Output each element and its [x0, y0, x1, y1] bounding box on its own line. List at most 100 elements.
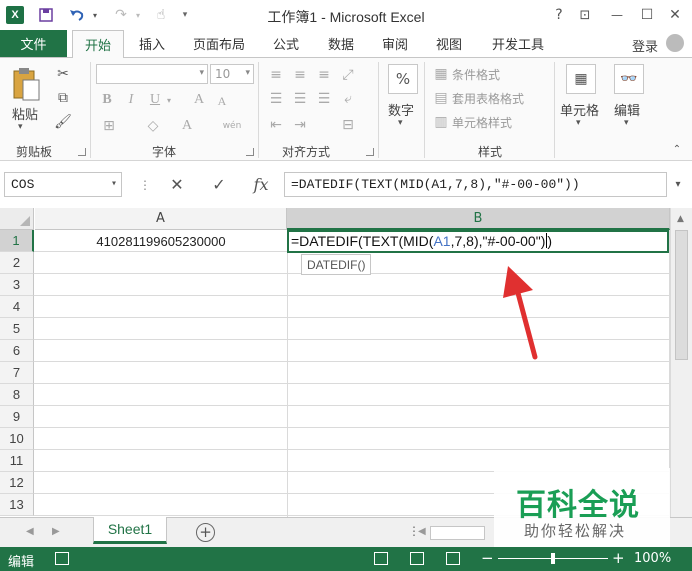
- italic-button[interactable]: I: [122, 90, 140, 110]
- row-header[interactable]: 11: [0, 450, 34, 472]
- row-header[interactable]: 10: [0, 428, 34, 450]
- row-header[interactable]: 13: [0, 494, 34, 516]
- scroll-thumb[interactable]: [675, 230, 688, 360]
- zoom-in-button[interactable]: +: [612, 549, 625, 567]
- align-right-icon[interactable]: ☰: [314, 90, 334, 108]
- row-header[interactable]: 2: [0, 252, 34, 274]
- tab-view[interactable]: 视图: [426, 30, 472, 57]
- format-as-table-icon[interactable]: ▤: [432, 90, 450, 106]
- expand-formula-bar-icon[interactable]: ▾: [669, 172, 687, 197]
- name-box[interactable]: COS ▾: [4, 172, 122, 197]
- new-sheet-button[interactable]: +: [196, 523, 215, 542]
- conditional-format-icon[interactable]: ▦: [432, 66, 450, 82]
- row-header[interactable]: 5: [0, 318, 34, 340]
- align-center-icon[interactable]: ☰: [290, 90, 310, 108]
- formula-input[interactable]: =DATEDIF(TEXT(MID(A1,7,8),"#-00-00")): [284, 172, 667, 197]
- cell-styles-button[interactable]: 单元格样式: [452, 114, 512, 131]
- percent-icon[interactable]: %: [388, 64, 418, 94]
- page-break-view-icon[interactable]: [446, 552, 460, 565]
- close-button[interactable]: ✕: [662, 4, 688, 26]
- number-dropdown-icon[interactable]: ▾: [398, 118, 403, 128]
- maximize-button[interactable]: ☐: [634, 4, 660, 26]
- align-bottom-icon[interactable]: ≡: [314, 66, 334, 84]
- collapse-ribbon-icon[interactable]: ⌃: [670, 142, 684, 156]
- align-top-icon[interactable]: ≡: [266, 66, 286, 84]
- tab-insert[interactable]: 插入: [130, 30, 174, 57]
- cell-a1[interactable]: 410281199605230000: [35, 231, 287, 252]
- zoom-slider-thumb[interactable]: [551, 553, 555, 564]
- font-color-button[interactable]: A: [178, 116, 196, 136]
- binoculars-icon[interactable]: 👓: [614, 64, 644, 94]
- paste-icon[interactable]: [8, 64, 44, 104]
- zoom-out-button[interactable]: −: [481, 549, 494, 567]
- hscroll-left-icon[interactable]: ◀: [418, 526, 426, 537]
- cut-icon[interactable]: ✂: [52, 64, 74, 84]
- font-launcher-icon[interactable]: [246, 148, 254, 156]
- paste-button[interactable]: 粘贴: [12, 104, 38, 123]
- format-as-table-button[interactable]: 套用表格格式: [452, 90, 524, 107]
- cancel-button[interactable]: ✕: [164, 173, 190, 196]
- tab-page-layout[interactable]: 页面布局: [184, 30, 254, 57]
- align-left-icon[interactable]: ☰: [266, 90, 286, 108]
- zoom-level[interactable]: 100%: [634, 551, 671, 566]
- font-name-combo[interactable]: ▾: [96, 64, 208, 84]
- horizontal-scrollbar[interactable]: [430, 526, 485, 540]
- conditional-formatting-button[interactable]: 条件格式: [452, 66, 500, 83]
- grow-font-button[interactable]: A: [190, 90, 208, 110]
- editing-button[interactable]: 编辑: [614, 100, 640, 119]
- copy-icon[interactable]: ⧉: [52, 88, 74, 108]
- minimize-button[interactable]: —: [604, 4, 630, 26]
- page-layout-view-icon[interactable]: [410, 552, 424, 565]
- tab-review[interactable]: 审阅: [372, 30, 418, 57]
- tab-data[interactable]: 数据: [318, 30, 364, 57]
- phonetic-guide-button[interactable]: wén: [218, 116, 246, 136]
- paste-dropdown-icon[interactable]: ▾: [18, 122, 23, 132]
- orientation-icon[interactable]: ⤢: [338, 66, 358, 84]
- next-sheet-icon[interactable]: ▶: [52, 526, 60, 537]
- column-header-a[interactable]: A: [35, 208, 287, 230]
- tab-file[interactable]: 文件: [0, 30, 67, 57]
- underline-button[interactable]: U: [146, 90, 164, 110]
- help-button[interactable]: ?: [546, 4, 572, 26]
- row-header[interactable]: 8: [0, 384, 34, 406]
- insert-function-button[interactable]: fx: [248, 173, 274, 196]
- clipboard-launcher-icon[interactable]: [78, 148, 86, 156]
- cell-styles-icon[interactable]: ▥: [432, 114, 450, 130]
- login-link[interactable]: 登录: [632, 36, 658, 55]
- macro-record-icon[interactable]: [55, 552, 69, 565]
- cells-button[interactable]: 单元格: [560, 100, 599, 119]
- format-painter-icon[interactable]: 🖌: [52, 112, 74, 132]
- tab-developer[interactable]: 开发工具: [482, 30, 554, 57]
- row-header[interactable]: 6: [0, 340, 34, 362]
- vertical-scrollbar[interactable]: ▲: [670, 208, 692, 517]
- fill-color-icon[interactable]: ◇: [142, 116, 164, 136]
- row-header[interactable]: 7: [0, 362, 34, 384]
- font-size-combo[interactable]: 10 ▾: [210, 64, 254, 84]
- row-header[interactable]: 9: [0, 406, 34, 428]
- scroll-up-icon[interactable]: ▲: [677, 214, 684, 224]
- sheet-tab-sheet1[interactable]: Sheet1: [93, 517, 167, 544]
- borders-icon[interactable]: ⊞: [98, 116, 120, 136]
- underline-dropdown-icon[interactable]: ▾: [164, 90, 174, 110]
- increase-indent-icon[interactable]: ⇥: [290, 116, 310, 134]
- ribbon-display-options-button[interactable]: ⊡: [572, 4, 598, 26]
- tab-formulas[interactable]: 公式: [264, 30, 308, 57]
- merge-center-icon[interactable]: ⊟: [338, 116, 358, 134]
- enter-button[interactable]: ✓: [206, 173, 232, 196]
- prev-sheet-icon[interactable]: ◀: [26, 526, 34, 537]
- cells-dropdown-icon[interactable]: ▾: [576, 118, 581, 128]
- cells-icon[interactable]: ▦: [566, 64, 596, 94]
- row-header[interactable]: 4: [0, 296, 34, 318]
- align-middle-icon[interactable]: ≡: [290, 66, 310, 84]
- number-format-button[interactable]: 数字: [388, 100, 414, 119]
- normal-view-icon[interactable]: [374, 552, 388, 565]
- bold-button[interactable]: B: [98, 90, 116, 110]
- row-header[interactable]: 3: [0, 274, 34, 296]
- row-header[interactable]: 12: [0, 472, 34, 494]
- editing-dropdown-icon[interactable]: ▾: [624, 118, 629, 128]
- wrap-text-icon[interactable]: ⤶: [338, 90, 358, 108]
- column-header-b[interactable]: B: [287, 208, 670, 230]
- decrease-indent-icon[interactable]: ⇤: [266, 116, 286, 134]
- user-avatar-icon[interactable]: [666, 34, 684, 52]
- shrink-font-button[interactable]: A: [214, 92, 230, 110]
